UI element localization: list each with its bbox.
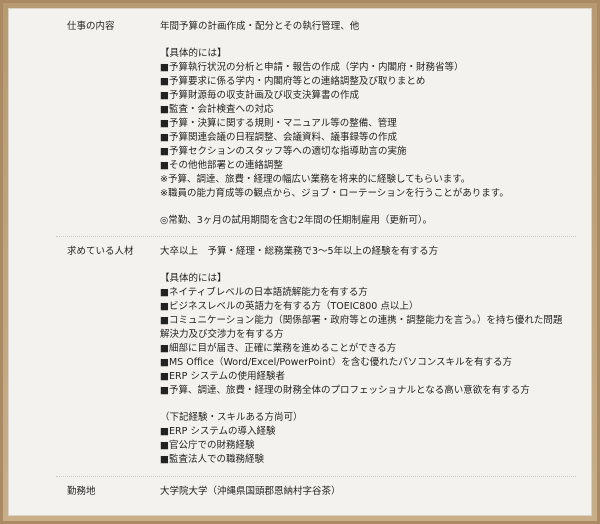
text-line: 大学院大学（沖縄県国頭郡恩納村字谷茶） xyxy=(160,486,341,497)
text-line: 大卒以上 予算・経理・総務業務で3〜5年以上の経験を有する方 xyxy=(160,246,439,257)
text-line: ■ビジネスレベルの英語力を有する方（TOEIC800 点以上） xyxy=(160,301,419,312)
text-line: 年間予算の計画作成・配分とその執行管理、他 xyxy=(160,21,360,32)
text-line: ■予算関連会議の日程調整、会議資料、議事録等の作成 xyxy=(160,132,397,143)
text-line: ■予算財源毎の収支計画及び収支決算書の作成 xyxy=(160,90,359,101)
text-line: ■細部に目が届き、正確に業務を進めることができる方 xyxy=(160,343,397,354)
text-line: ■予算要求に係る学内・内閣府等との連絡調整及び取りまとめ xyxy=(160,76,426,87)
section-divider xyxy=(56,236,576,237)
text-line: ■ネイティブレベルの日本語読解能力を有する方 xyxy=(160,287,368,298)
text-line: 【具体的には】 xyxy=(160,48,227,59)
text-line: ■MS Office（Word/Excel/PowerPoint）を含む優れたパ… xyxy=(160,357,513,368)
section-label: 求めている人材 xyxy=(67,246,134,257)
section-content: 年間予算の計画作成・配分とその執行管理、他 【具体的には】 ■予算執行状況の分析… xyxy=(160,20,568,228)
text-line: ■官公庁での財務経験 xyxy=(160,440,255,451)
text-line: ■予算セクションのスタッフ等への適切な指導助言の実施 xyxy=(160,146,407,157)
section-content: 大卒以上 予算・経理・総務業務で3〜5年以上の経験を有する方 【具体的には】 ■… xyxy=(160,245,568,467)
text-line: ■監査法人での職務経験 xyxy=(160,454,264,465)
text-line: ■ERP システムの導入経験 xyxy=(160,426,276,437)
text-line: ■ERP システムの使用経験者 xyxy=(160,371,286,382)
section-label: 仕事の内容 xyxy=(67,21,115,32)
text-line: （下記経験・スキルある方尚可） xyxy=(160,412,303,423)
text-line: ※職員の能力育成等の観点から、ジョブ・ローテーションを行うことがあります。 xyxy=(160,188,509,199)
text-line: 【具体的には】 xyxy=(160,273,227,284)
section-divider xyxy=(56,476,576,477)
text-line: ◎常勤、3ヶ月の試用期間を含む2年間の任期制雇用（更新可）。 xyxy=(160,215,433,226)
text-line: ■その他他部署との連絡調整 xyxy=(160,160,283,171)
text-line: ■予算執行状況の分析と申請・報告の作成（学内・内閣府・財務省等） xyxy=(160,62,464,73)
text-line: ■予算・決算に関する規則・マニュアル等の整備、管理 xyxy=(160,118,397,129)
text-line: ■予算、調達、旅費・経理の財務全体のプロフェッショナルとなる高い意欲を有する方 xyxy=(160,385,530,396)
text-line: ■コミュニケーション能力（関係部署・政府等との連携・調整能力を言う。）を持ち優れ… xyxy=(160,315,563,340)
text-line: ※予算、調達、旅費・経理の幅広い業務を将来的に経験してもらいます。 xyxy=(160,174,471,185)
text-line: ■監査・会計検査への対応 xyxy=(160,104,274,115)
section-label: 勤務地 xyxy=(67,486,96,497)
section-content: 大学院大学（沖縄県国頭郡恩納村字谷茶） xyxy=(160,485,568,499)
